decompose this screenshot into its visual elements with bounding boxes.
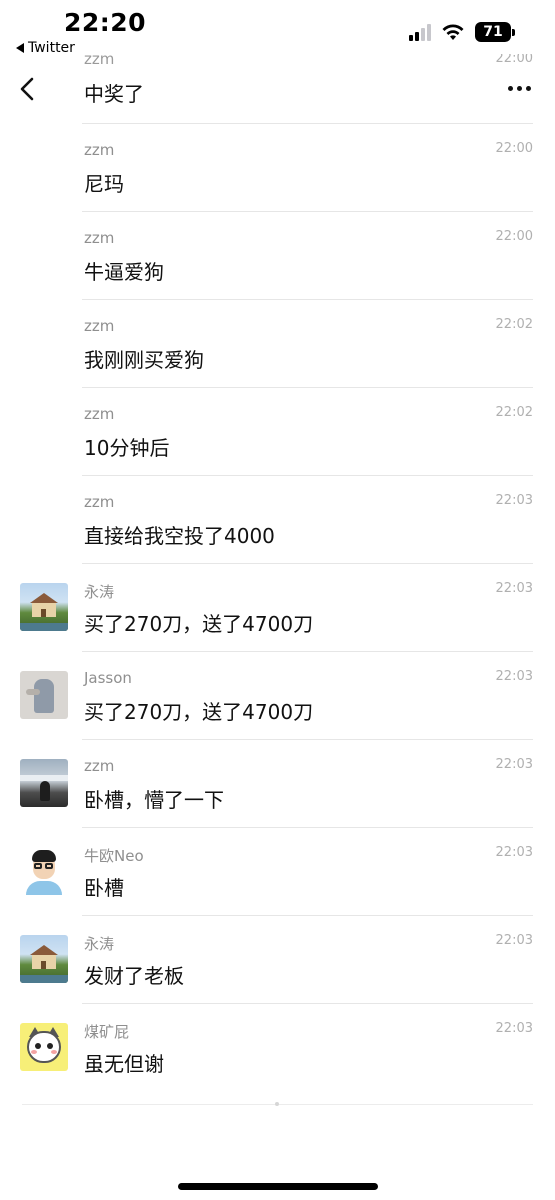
message-text: 我刚刚买爱狗 <box>84 348 204 372</box>
message-text: 买了270刀，送了4700刀 <box>84 700 314 724</box>
sender-name: zzm <box>84 317 115 335</box>
sender-name: 永涛 <box>84 935 115 953</box>
avatar[interactable] <box>20 583 68 631</box>
sender-name: zzm <box>84 757 115 775</box>
home-indicator[interactable] <box>178 1183 378 1190</box>
message-time: 22:03 <box>495 581 533 596</box>
message-time: 22:00 <box>495 229 533 244</box>
battery-icon: 71 <box>475 22 515 42</box>
avatar[interactable] <box>20 847 68 895</box>
sender-name: Jasson <box>84 669 132 687</box>
message-time: 22:00 <box>495 141 533 156</box>
avatar[interactable] <box>20 1023 68 1071</box>
message-text: 尼玛 <box>84 172 124 196</box>
message-text: 卧槽 <box>84 876 124 900</box>
list-item[interactable]: zzm 22:02 我刚刚买爱狗 <box>0 300 555 388</box>
list-item[interactable]: zzm 22:02 10分钟后 <box>0 388 555 476</box>
sender-name: 牛欧Neo <box>84 847 144 865</box>
message-time: 22:02 <box>495 405 533 420</box>
message-time: 22:03 <box>495 493 533 508</box>
message-text: 10分钟后 <box>84 436 170 460</box>
message-time: 22:00 <box>495 54 533 64</box>
more-dots-icon <box>508 86 513 91</box>
avatar[interactable] <box>20 935 68 983</box>
message-time: 22:02 <box>495 317 533 332</box>
message-time: 22:03 <box>495 845 533 860</box>
more-options-button[interactable] <box>508 86 531 91</box>
list-end-dot <box>275 1102 279 1106</box>
message-time: 22:03 <box>495 1021 533 1036</box>
message-text: 中奖了 <box>84 82 144 106</box>
chevron-left-icon <box>20 77 34 101</box>
list-item[interactable]: zzm 22:03 卧槽，懵了一下 <box>0 740 555 828</box>
list-item[interactable]: 牛欧Neo 22:03 卧槽 <box>0 828 555 916</box>
message-time: 22:03 <box>495 933 533 948</box>
status-time: 22:20 <box>64 8 147 37</box>
sender-name: zzm <box>84 141 115 159</box>
sender-name: 煤矿屁 <box>84 1023 130 1041</box>
sender-name: 永涛 <box>84 583 115 601</box>
message-text: 卧槽，懵了一下 <box>84 788 224 812</box>
message-text: 虽无但谢 <box>84 1052 164 1076</box>
message-text: 牛逼爱狗 <box>84 260 164 284</box>
list-item[interactable]: 永涛 22:03 买了270刀，送了4700刀 <box>0 564 555 652</box>
battery-level: 71 <box>475 22 511 42</box>
cellular-signal-icon <box>409 23 431 41</box>
sender-name: zzm <box>84 405 115 423</box>
sender-name: zzm <box>84 493 115 511</box>
message-text: 买了270刀，送了4700刀 <box>84 612 314 636</box>
message-time: 22:03 <box>495 757 533 772</box>
back-to-app-link[interactable]: Twitter <box>16 40 75 56</box>
list-item[interactable]: zzm 22:00 牛逼爱狗 <box>0 212 555 300</box>
back-app-label: Twitter <box>28 40 75 56</box>
sender-name: zzm <box>84 229 115 247</box>
status-indicators: 71 <box>409 22 515 42</box>
wifi-icon <box>442 24 464 40</box>
message-time: 22:03 <box>495 669 533 684</box>
avatar[interactable] <box>20 759 68 807</box>
list-item[interactable]: Jasson 22:03 买了270刀，送了4700刀 <box>0 652 555 740</box>
message-text: 发财了老板 <box>84 964 184 988</box>
message-text: 直接给我空投了4000 <box>84 524 275 548</box>
back-button[interactable] <box>16 74 44 104</box>
list-item[interactable]: 煤矿屁 22:03 虽无但谢 <box>0 1004 555 1092</box>
sender-name: zzm <box>84 54 115 64</box>
list-item[interactable]: zzm 22:03 直接给我空投了4000 <box>0 476 555 564</box>
list-item[interactable]: zzm 22:00 尼玛 <box>0 124 555 212</box>
message-list[interactable]: zzm 22:00 尼玛 zzm 22:00 牛逼爱狗 zzm 22:02 我刚… <box>0 124 555 1092</box>
back-triangle-icon <box>16 43 24 53</box>
avatar[interactable] <box>20 671 68 719</box>
list-item[interactable]: 永涛 22:03 发财了老板 <box>0 916 555 1004</box>
